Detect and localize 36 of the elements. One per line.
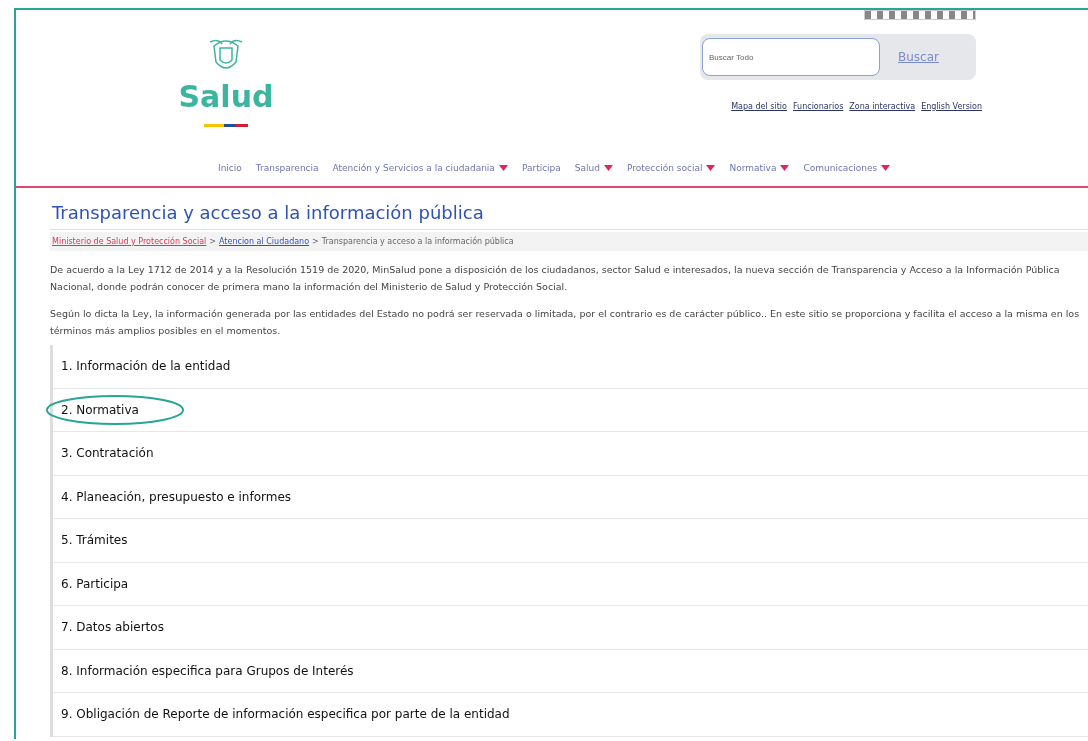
nav-link[interactable]: Atención y Servicios a la ciudadania [332,163,495,173]
section-link[interactable]: 9. Obligación de Reporte de información especifica por parte de la entidad [61,707,510,722]
page-title: Transparencia y acceso a la información pública [50,202,1088,230]
flag-stripe [204,124,248,127]
caret-icon[interactable] [780,165,790,171]
accessibility-toolbar[interactable] [864,10,976,20]
nav-link[interactable]: Transparencia [255,163,319,173]
section-link[interactable]: 1. Información de la entidad [61,359,231,374]
breadcrumb-link[interactable]: Ministerio de Salud y Protección Social [52,237,207,246]
section-link[interactable]: 7. Datos abiertos [61,620,164,635]
utility-link[interactable]: Funcionarios [792,102,844,111]
section-link[interactable]: 3. Contratación [61,446,154,461]
caret-icon[interactable] [706,165,716,171]
section-link[interactable]: 4. Planeación, presupuesto e informes [61,489,292,504]
intro-paragraph: De acuerdo a la Ley 1712 de 2014 y a la Resolución 1519 de 2020, MinSalud pone a disposición de los ciudadanos, sector Salud e interesados, la nueva sección de Transparencia y Acceso a la Información Pública Nacional, donde podrán conocer de primera mano la información del Ministerio de Salud y Protección Social. [50,263,1061,294]
intro-paragraph: Según lo dicta la Ley, la información generada por las entidades del Estado no podrá ser reservada o limitada, por el contrario es de carácter público.. En este sitio se proporciona y facilita el acceso a la misma en los términos más amplios posibles en el momentos. [50,307,1080,338]
section-link[interactable]: 8. Información especifica para Grupos de Interés [61,663,354,678]
nav-link[interactable]: Normativa [729,163,777,173]
section-link[interactable]: 6. Participa [61,576,129,591]
nav-link[interactable]: Salud [574,163,600,173]
breadcrumb-link[interactable]: Atencion al Ciudadano [219,237,310,246]
nav-link[interactable]: Protección social [627,163,703,173]
utility-link[interactable]: English Version [921,102,982,111]
caret-icon[interactable] [881,165,891,171]
nav-link[interactable]: Inicio [218,163,242,173]
section-link[interactable]: 5. Trámites [61,533,128,548]
breadcrumb-separator: > [312,237,319,246]
utility-link[interactable]: Mapa del sitio [731,102,787,111]
search-field[interactable]: Buscar Todo [702,38,880,76]
caret-icon[interactable] [604,165,613,171]
caret-icon[interactable] [498,165,508,171]
nav-link[interactable]: Comunicaciones [803,163,878,173]
utility-link[interactable]: Zona interactiva [849,102,916,111]
nav-link[interactable]: Participa [521,163,561,173]
current-page-text: Transparencia y acceso a la información pública [321,237,514,246]
breadcrumb-separator: > [209,237,216,246]
